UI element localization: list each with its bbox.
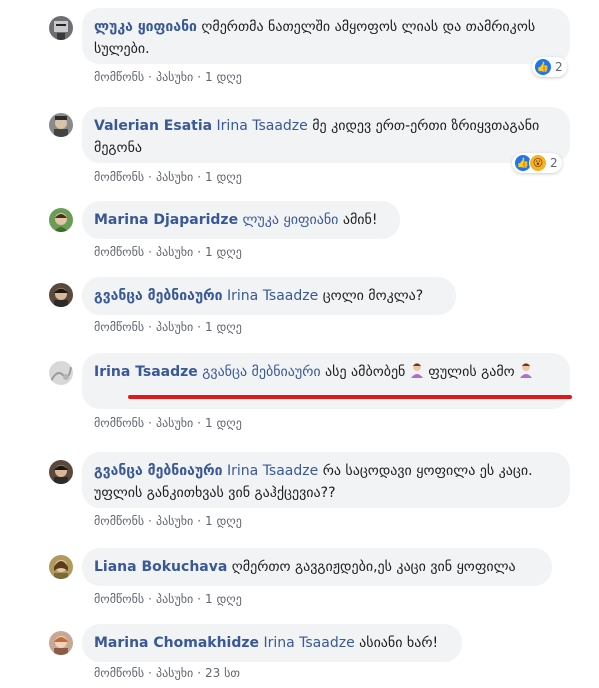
comment-timestamp[interactable]: 1 დღე	[205, 70, 242, 84]
comment-author-link[interactable]: გვანცა მებნიაური	[94, 463, 223, 479]
reply-button[interactable]: პასუხი	[156, 514, 193, 528]
separator-dot: ·	[148, 245, 152, 259]
separator-dot: ·	[148, 666, 152, 680]
avatar[interactable]	[49, 361, 73, 385]
reply-button[interactable]: პასუხი	[156, 416, 193, 430]
avatar[interactable]	[49, 16, 73, 40]
comment-bubble: გვანცა მებნიაური Irina Tsaadze ცოლი მოკლ…	[82, 277, 456, 315]
like-button[interactable]: მომწონს	[94, 170, 144, 184]
comment-timestamp[interactable]: 1 დღე	[205, 592, 242, 606]
comment-author-link[interactable]: Irina Tsaadze	[94, 364, 198, 380]
mention-link[interactable]: Irina Tsaadze	[263, 635, 354, 651]
reaction-count: 2	[555, 60, 563, 74]
comment-text: ცოლი მოკლა?	[322, 288, 424, 304]
woman-tipping-hand-emoji-icon	[519, 362, 533, 378]
separator-dot: ·	[197, 320, 202, 334]
comment-text: ამინ!	[342, 212, 378, 228]
comment-actions: მომწონს · პასუხი · 1 დღე	[94, 592, 242, 606]
comment-bubble: Marina Chomakhidze Irina Tsaadze ასიანი …	[82, 624, 462, 662]
like-button[interactable]: მომწონს	[94, 416, 144, 430]
comment-actions: მომწონს · პასუხი · 1 დღე	[94, 320, 242, 334]
separator-dot: ·	[148, 70, 152, 84]
comment-timestamp[interactable]: 1 დღე	[205, 245, 242, 259]
comment-author-link[interactable]: გვანცა მებნიაური	[94, 288, 223, 304]
separator-dot: ·	[197, 514, 202, 528]
comment-text: ასე ამბობენ	[325, 364, 406, 380]
comment-author-link[interactable]: Liana Bokuchava	[94, 559, 227, 575]
comment-timestamp[interactable]: 1 დღე	[205, 514, 242, 528]
separator-dot: ·	[197, 666, 202, 680]
comment-actions: მომწონს · პასუხი · 1 დღე	[94, 416, 242, 430]
comment-timestamp[interactable]: 1 დღე	[205, 416, 242, 430]
comment-timestamp[interactable]: 23 სთ	[205, 666, 240, 680]
separator-dot: ·	[197, 170, 202, 184]
reply-button[interactable]: პასუხი	[156, 666, 193, 680]
like-button[interactable]: მომწონს	[94, 245, 144, 259]
comment-actions: მომწონს · პასუხი · 23 სთ	[94, 666, 240, 680]
avatar[interactable]	[49, 631, 73, 655]
comment-author-link[interactable]: Valerian Esatia	[94, 118, 212, 134]
reply-button[interactable]: პასუხი	[156, 592, 193, 606]
reply-button[interactable]: პასუხი	[156, 320, 193, 334]
mention-link[interactable]: Irina Tsaadze	[227, 288, 318, 304]
comment-bubble: Marina Djaparidze ლუკა ყიფიანი ამინ!	[82, 201, 400, 239]
comment-text: ღმერთო გავგიჟდები,ეს კაცი ვინ ყოფილა	[231, 559, 516, 575]
separator-dot: ·	[148, 514, 152, 528]
separator-dot: ·	[197, 416, 202, 430]
red-underline-annotation	[128, 395, 572, 399]
comment-bubble: Valerian Esatia Irina Tsaadze მე კიდევ ე…	[82, 107, 570, 163]
comment-timestamp[interactable]: 1 დღე	[205, 170, 242, 184]
reaction-count: 2	[550, 156, 558, 170]
like-reaction-icon: 👍	[534, 58, 552, 76]
comment-author-link[interactable]: ლუკა ყიფიანი	[94, 19, 197, 35]
comment-bubble: Liana Bokuchava ღმერთო გავგიჟდები,ეს კაც…	[82, 548, 552, 586]
like-button[interactable]: მომწონს	[94, 666, 144, 680]
reply-button[interactable]: პასუხი	[156, 70, 193, 84]
wow-reaction-icon: 😮	[529, 154, 547, 172]
separator-dot: ·	[197, 245, 202, 259]
mention-link[interactable]: Irina Tsaadze	[227, 463, 318, 479]
mention-link[interactable]: Irina Tsaadze	[217, 118, 308, 134]
reactions-badge[interactable]: 👍 2	[532, 57, 567, 77]
comment-actions: მომწონს · პასუხი · 1 დღე	[94, 170, 242, 184]
woman-tipping-hand-emoji-icon	[410, 362, 424, 378]
comment-text: ასიანი ხარ!	[359, 635, 439, 651]
avatar[interactable]	[49, 208, 73, 232]
comment-timestamp[interactable]: 1 დღე	[205, 320, 242, 334]
comment-author-link[interactable]: Marina Djaparidze	[94, 212, 238, 228]
mention-link[interactable]: გვანცა მებნიაური	[202, 364, 320, 380]
avatar[interactable]	[49, 283, 73, 307]
like-button[interactable]: მომწონს	[94, 70, 144, 84]
comment-bubble: გვანცა მებნიაური Irina Tsaadze რა საცოდა…	[82, 452, 570, 508]
separator-dot: ·	[148, 320, 152, 334]
separator-dot: ·	[148, 592, 152, 606]
comment-actions: მომწონს · პასუხი · 1 დღე	[94, 70, 242, 84]
like-button[interactable]: მომწონს	[94, 514, 144, 528]
comment-bubble: ლუკა ყიფიანი ღმერთმა ნათელში ამყოფოს ლია…	[82, 8, 570, 64]
reply-button[interactable]: პასუხი	[156, 245, 193, 259]
comment-bubble: Irina Tsaadze გვანცა მებნიაური ასე ამბობ…	[82, 353, 570, 409]
avatar[interactable]	[49, 555, 73, 579]
reply-button[interactable]: პასუხი	[156, 170, 193, 184]
comment-text: ფულის გამო	[428, 364, 515, 380]
separator-dot: ·	[148, 170, 152, 184]
comment-actions: მომწონს · პასუხი · 1 დღე	[94, 245, 242, 259]
comment-actions: მომწონს · პასუხი · 1 დღე	[94, 514, 242, 528]
reactions-badge[interactable]: 👍 😮 2	[512, 153, 562, 173]
comment-author-link[interactable]: Marina Chomakhidze	[94, 635, 259, 651]
separator-dot: ·	[197, 70, 202, 84]
avatar[interactable]	[49, 460, 73, 484]
mention-link[interactable]: ლუკა ყიფიანი	[243, 212, 339, 228]
separator-dot: ·	[197, 592, 202, 606]
avatar[interactable]	[49, 113, 73, 137]
like-button[interactable]: მომწონს	[94, 592, 144, 606]
separator-dot: ·	[148, 416, 152, 430]
like-button[interactable]: მომწონს	[94, 320, 144, 334]
